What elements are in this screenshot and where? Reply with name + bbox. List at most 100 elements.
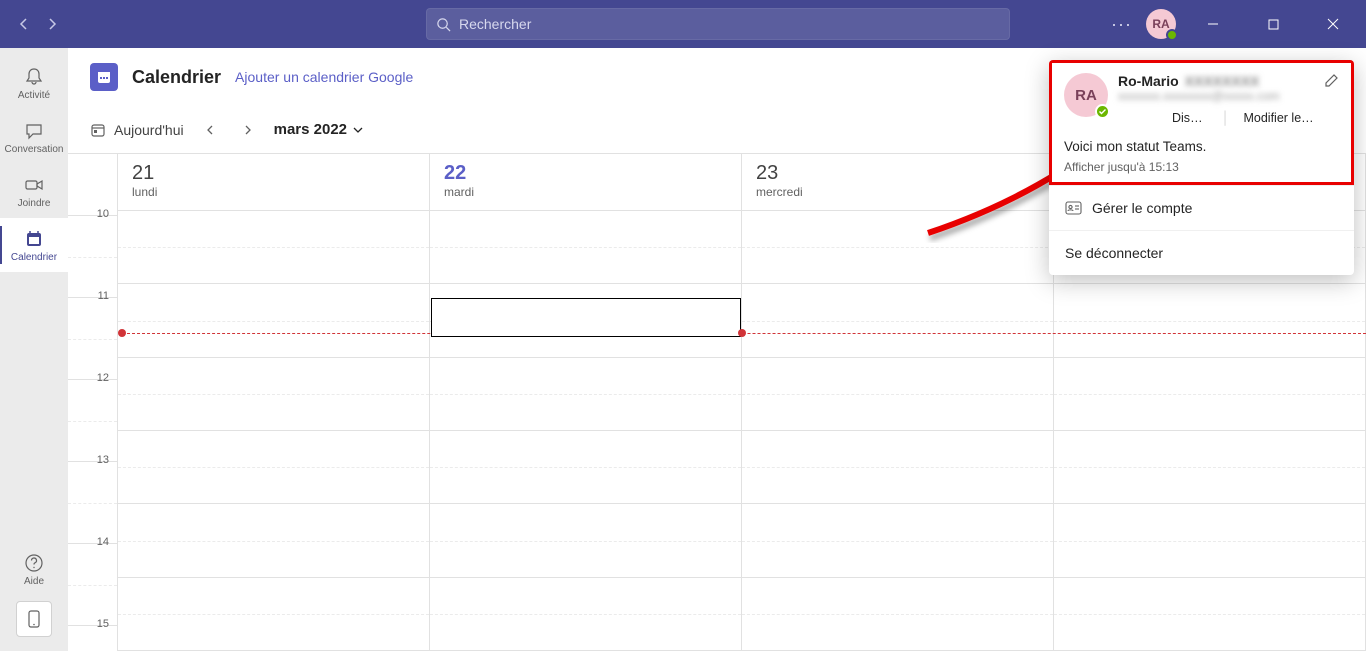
time-slot[interactable] <box>742 358 1053 431</box>
rail-label: Calendrier <box>11 252 57 263</box>
time-slot[interactable] <box>430 504 741 577</box>
bell-icon <box>23 66 45 88</box>
day-number: 23 <box>756 162 1039 185</box>
avatar-initials: RA <box>1152 17 1169 31</box>
rail-label: Activité <box>18 90 50 101</box>
page-title: Calendrier <box>132 67 221 88</box>
rail-label: Aide <box>24 576 44 587</box>
time-slot[interactable] <box>430 211 741 284</box>
video-icon <box>23 174 45 196</box>
time-label: 13 <box>68 462 117 544</box>
status-message-text: Voici mon statut Teams. <box>1064 139 1339 154</box>
time-slot[interactable] <box>1054 358 1365 431</box>
status-until-text: Afficher jusqu'à 15:13 <box>1064 160 1339 174</box>
search-input[interactable] <box>459 16 1000 32</box>
time-slot[interactable] <box>1054 578 1365 651</box>
rail-label: Conversation <box>5 144 64 155</box>
rail-help[interactable]: Aide <box>0 547 68 591</box>
today-label: Aujourd'hui <box>114 122 184 138</box>
help-icon <box>23 552 45 574</box>
day-header[interactable]: 22mardi <box>430 154 741 211</box>
time-slot[interactable] <box>1054 431 1365 504</box>
nav-back-button[interactable] <box>14 14 34 34</box>
calendar-icon <box>23 228 45 250</box>
calendar-badge-icon <box>90 63 118 91</box>
popover-avatar: RA <box>1064 73 1108 117</box>
day-number: 22 <box>444 162 727 185</box>
day-name: lundi <box>132 185 415 199</box>
time-slot[interactable] <box>118 284 429 357</box>
day-column[interactable]: 22mardi <box>430 154 742 651</box>
popover-user-name: Ro-Mario XXXXXXXX <box>1118 73 1314 89</box>
profile-avatar-button[interactable]: RA <box>1146 9 1176 39</box>
time-label: 14 <box>68 544 117 626</box>
time-slot[interactable] <box>1054 284 1365 357</box>
rail-join[interactable]: Joindre <box>0 164 68 218</box>
app-rail: Activité Conversation Joindre Calendrier <box>0 48 68 651</box>
time-slot[interactable] <box>430 431 741 504</box>
sign-out-button[interactable]: Se déconnecter <box>1049 230 1354 275</box>
calendar-pane: Calendrier Ajouter un calendrier Google … <box>68 48 1366 651</box>
month-picker[interactable]: mars 2022 <box>274 121 363 138</box>
window-minimize-button[interactable] <box>1190 0 1236 48</box>
window-close-button[interactable] <box>1310 0 1356 48</box>
calendar-today-icon <box>90 122 106 138</box>
today-button[interactable]: Aujourd'hui <box>90 122 184 138</box>
day-column[interactable]: 21lundi <box>118 154 430 651</box>
search-icon <box>436 17 451 32</box>
selected-slot[interactable] <box>431 298 741 337</box>
rail-activity[interactable]: Activité <box>0 56 68 110</box>
manage-account-button[interactable]: Gérer le compte <box>1049 185 1354 230</box>
now-dot-icon <box>738 329 746 337</box>
presence-available-icon <box>1166 29 1178 41</box>
day-name: mardi <box>444 185 727 199</box>
title-bar: ··· RA <box>0 0 1366 48</box>
time-label: 15 <box>68 626 117 651</box>
chevron-down-icon <box>353 125 363 135</box>
day-number: 21 <box>132 162 415 185</box>
manage-account-label: Gérer le compte <box>1092 200 1192 216</box>
day-column[interactable]: 23mercredi <box>742 154 1054 651</box>
id-card-icon <box>1065 201 1082 215</box>
time-label: 12 <box>68 380 117 462</box>
time-slot[interactable] <box>118 358 429 431</box>
more-button[interactable]: ··· <box>1111 14 1132 35</box>
time-slot[interactable] <box>118 211 429 284</box>
rail-label: Joindre <box>18 198 51 209</box>
now-dot-icon <box>118 329 126 337</box>
time-slot[interactable] <box>742 284 1053 357</box>
popover-user-email: xxxxxxx.xxxxxxxx@xxxxx.com <box>1118 89 1314 103</box>
rail-chat[interactable]: Conversation <box>0 110 68 164</box>
chat-icon <box>23 120 45 142</box>
profile-popover: RA Ro-Mario XXXXXXXX xxxxxxx.xxxxxxxx@xx… <box>1049 60 1354 275</box>
time-slot[interactable] <box>118 504 429 577</box>
time-slot[interactable] <box>742 211 1053 284</box>
rail-calendar[interactable]: Calendrier <box>0 218 68 272</box>
time-label: 10 <box>68 216 117 298</box>
time-slot[interactable] <box>118 431 429 504</box>
day-name: mercredi <box>756 185 1039 199</box>
edit-profile-button[interactable] <box>1324 73 1339 88</box>
day-header[interactable]: 23mercredi <box>742 154 1053 211</box>
availability-button[interactable]: Disponible ˅ <box>1172 111 1208 125</box>
time-slot[interactable] <box>430 578 741 651</box>
time-slot[interactable] <box>742 578 1053 651</box>
search-box[interactable] <box>426 8 1010 40</box>
time-slot[interactable] <box>742 431 1053 504</box>
mobile-icon <box>27 609 41 629</box>
time-slot[interactable] <box>430 358 741 431</box>
time-slot[interactable] <box>118 578 429 651</box>
time-slot[interactable] <box>1054 504 1365 577</box>
add-google-calendar-link[interactable]: Ajouter un calendrier Google <box>235 69 413 85</box>
time-slot[interactable] <box>742 504 1053 577</box>
mobile-app-button[interactable] <box>16 601 52 637</box>
window-maximize-button[interactable] <box>1250 0 1296 48</box>
prev-week-button[interactable] <box>198 118 222 142</box>
avatar-initials: RA <box>1075 87 1097 104</box>
time-gutter: 101112131415 <box>68 154 118 651</box>
edit-status-message-button[interactable]: Modifier le message d... <box>1243 111 1314 125</box>
next-week-button[interactable] <box>236 118 260 142</box>
nav-forward-button[interactable] <box>42 14 62 34</box>
day-header[interactable]: 21lundi <box>118 154 429 211</box>
sign-out-label: Se déconnecter <box>1065 245 1163 261</box>
